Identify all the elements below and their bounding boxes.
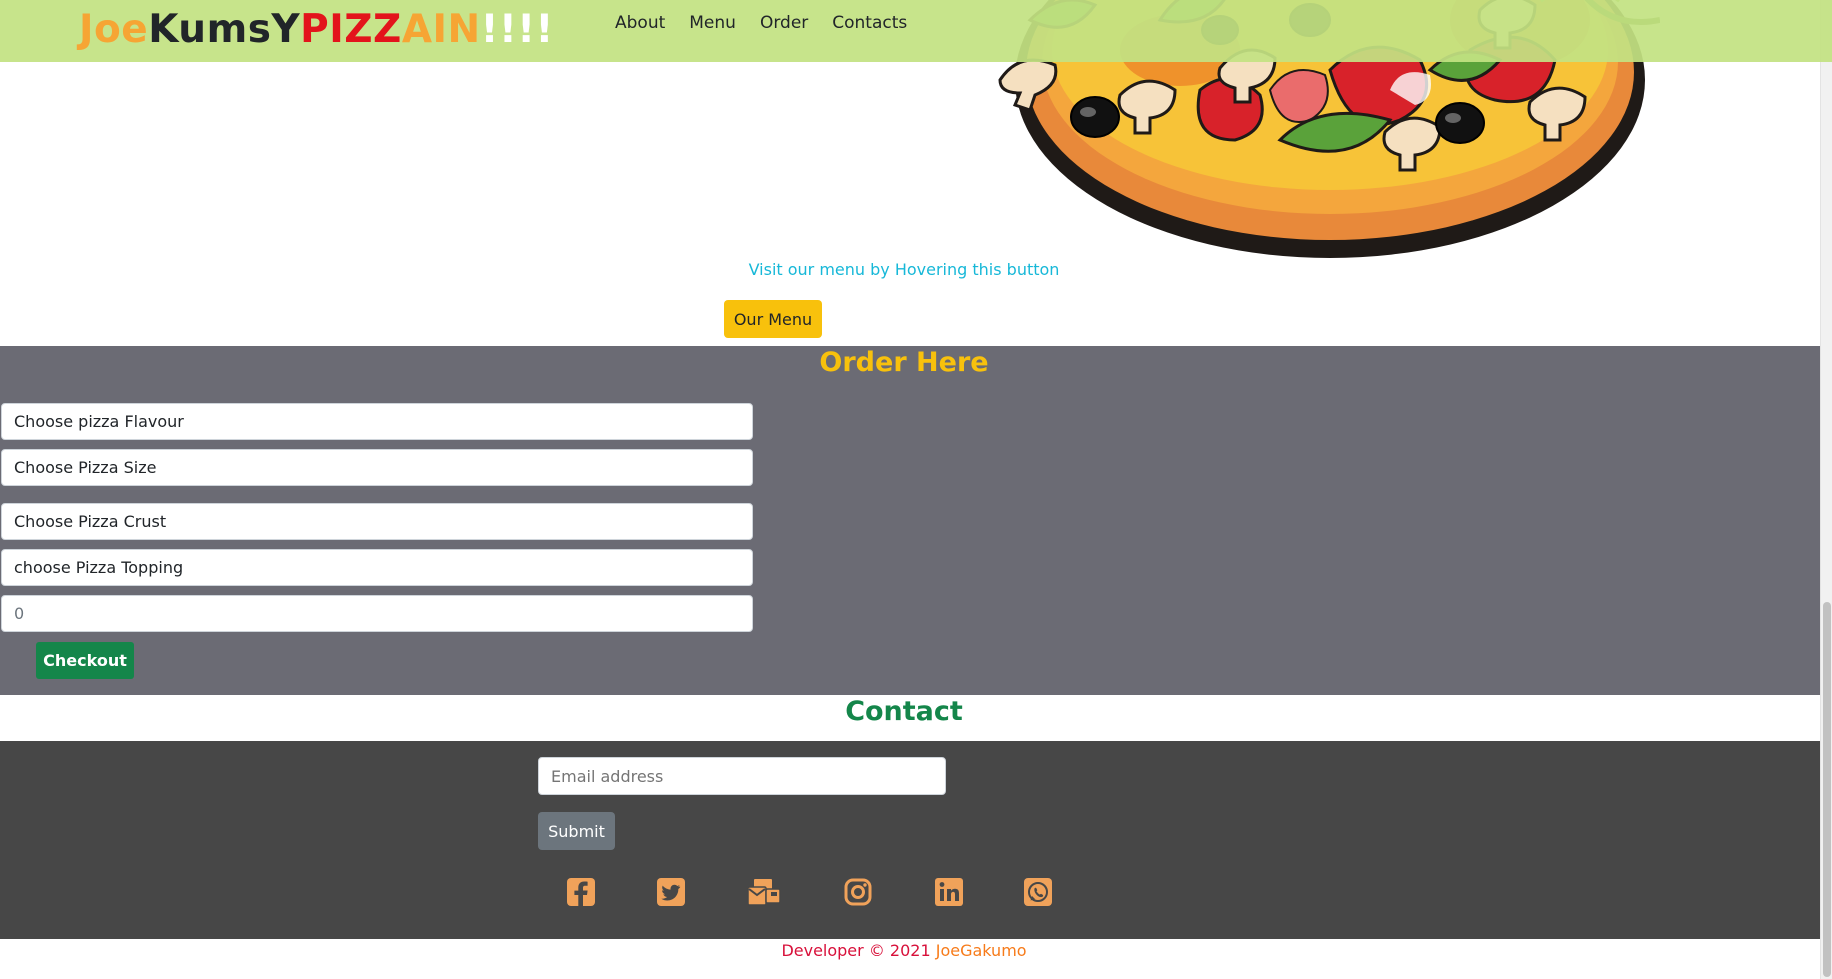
brand-logo[interactable]: JoeKumsYPIZZAIN!!!!	[79, 5, 554, 55]
footer-credit: Developer © 2021 JoeGakumo	[0, 941, 1808, 961]
brand-part-pizz: PIZZ	[300, 7, 402, 52]
contact-footer: Submit	[0, 741, 1820, 939]
whatsapp-icon[interactable]	[1023, 877, 1053, 907]
twitter-icon[interactable]	[656, 877, 686, 907]
contact-title: Contact	[845, 696, 963, 727]
visit-menu-text: Visit our menu by Hovering this button	[748, 260, 1060, 279]
submit-button[interactable]: Submit	[538, 812, 615, 850]
facebook-icon[interactable]	[566, 877, 596, 907]
linkedin-icon[interactable]	[934, 877, 964, 907]
crust-select[interactable]: Choose Pizza Crust	[1, 503, 753, 540]
order-section: Order Here Choose pizza Flavour Choose P…	[0, 346, 1820, 695]
brand-part-ain: AIN	[401, 7, 481, 52]
our-menu-button[interactable]: Our Menu	[724, 300, 822, 338]
nav-link-about[interactable]: About	[603, 10, 677, 36]
developer-text: Developer © 2021	[781, 941, 931, 960]
checkout-button[interactable]: Checkout	[36, 642, 134, 679]
size-select[interactable]: Choose Pizza Size	[1, 449, 753, 486]
quantity-input[interactable]: 0	[1, 595, 753, 632]
navbar: JoeKumsYPIZZAIN!!!! About Menu Order Con…	[0, 0, 1832, 62]
topping-select[interactable]: choose Pizza Topping	[1, 549, 753, 586]
mail-bulk-icon[interactable]	[746, 877, 782, 907]
nav-links: About Menu Order Contacts	[603, 10, 919, 36]
nav-link-contacts[interactable]: Contacts	[820, 10, 919, 36]
brand-part-joe: Joe	[79, 7, 149, 52]
scroll-thumb[interactable]	[1823, 602, 1831, 977]
brand-part-exclamations: !!!!	[480, 7, 554, 52]
brand-part-y: Y	[271, 7, 301, 52]
email-field[interactable]	[538, 757, 946, 795]
nav-link-order[interactable]: Order	[748, 10, 820, 36]
page-scrollbar[interactable]	[1820, 0, 1832, 979]
order-title: Order Here	[819, 347, 989, 378]
flavour-select[interactable]: Choose pizza Flavour	[1, 403, 753, 440]
nav-link-menu[interactable]: Menu	[677, 10, 748, 36]
brand-part-kums: Kums	[148, 7, 272, 52]
instagram-icon[interactable]	[843, 877, 873, 907]
developer-name-link[interactable]: JoeGakumo	[936, 941, 1027, 960]
